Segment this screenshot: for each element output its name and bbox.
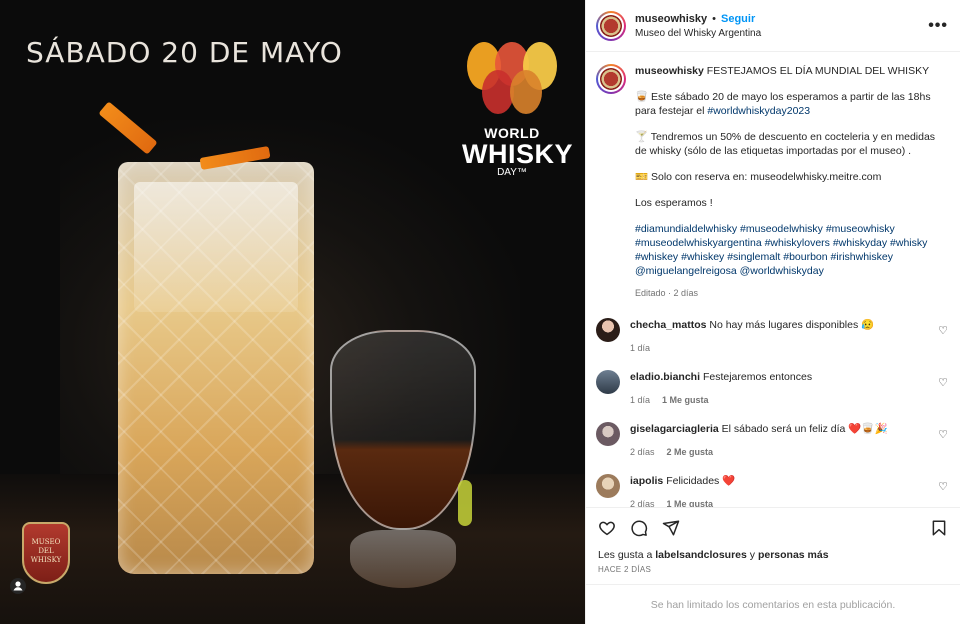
highball-glass xyxy=(118,162,314,574)
caption-paragraph: 🍸 Tendremos un 50% de descuento en cocte… xyxy=(635,131,936,157)
comment-username[interactable]: iapolis xyxy=(630,475,663,487)
tagged-user-icon[interactable] xyxy=(10,578,26,594)
comments-limited-notice: Se han limitado los comentarios en esta … xyxy=(586,584,960,624)
caption-paragraph: 🎫 Solo con reserva en: museodelwhisky.me… xyxy=(635,171,882,183)
caption-title: FESTEJAMOS EL DÍA MUNDIAL DEL WHISKY xyxy=(706,65,930,77)
museo-del-whisky-badge: MUSEO DEL WHISKY xyxy=(22,522,70,584)
image-date-text: SÁBADO 20 DE MAYO xyxy=(26,36,343,69)
comments-list: checha_mattos No hay más lugares disponi… xyxy=(596,318,948,507)
caption-username[interactable]: museowhisky xyxy=(635,65,704,77)
more-horizontal-icon[interactable]: ••• xyxy=(928,17,948,35)
glass-highlight xyxy=(458,480,472,526)
likes-summary: Les gusta a labelsandclosures y personas… xyxy=(586,547,960,561)
comment: iapolis Felicidades ❤️ 2 días 1 Me gusta… xyxy=(596,474,948,507)
likes-others[interactable]: personas más xyxy=(758,549,829,561)
separator-dot: • xyxy=(712,12,716,25)
comment-likes[interactable]: 1 Me gusta xyxy=(662,393,709,407)
comment-text: Festejaremos entonces xyxy=(702,371,813,383)
caption-paragraph: Los esperamos ! xyxy=(635,197,713,209)
avatar[interactable] xyxy=(596,10,626,41)
heart-icon[interactable] xyxy=(598,519,616,537)
post-body: museowhisky FESTEJAMOS EL DÍA MUNDIAL DE… xyxy=(586,52,960,507)
ice-cubes xyxy=(134,182,298,312)
comment-time: 1 día xyxy=(630,343,651,353)
comment: eladio.bianchi Festejaremos entonces 1 d… xyxy=(596,370,948,407)
caption: museowhisky FESTEJAMOS EL DÍA MUNDIAL DE… xyxy=(596,64,948,300)
comment-likes[interactable]: 2 Me gusta xyxy=(667,445,714,459)
comment-username[interactable]: checha_mattos xyxy=(630,319,706,331)
w-logo-icon xyxy=(467,42,557,114)
post-image[interactable]: SÁBADO 20 DE MAYO WORLD WHISKY DAY™ MUSE… xyxy=(0,0,585,624)
comment-text: No hay más lugares disponibles 😥 xyxy=(709,319,875,331)
hashtags[interactable]: #diamundialdelwhisky #museodelwhisky #mu… xyxy=(635,222,948,278)
comment-icon[interactable] xyxy=(630,519,648,537)
heart-icon[interactable]: ♡ xyxy=(938,324,948,337)
comment-username[interactable]: giselagarciagleria xyxy=(630,423,719,435)
comment-time: 2 días xyxy=(630,499,655,507)
logo-line-whisky: WHISKY xyxy=(462,139,573,169)
comment-text: Felicidades ❤️ xyxy=(666,475,736,487)
post-side-panel: museowhisky • Seguir Museo del Whisky Ar… xyxy=(585,0,960,624)
share-icon[interactable] xyxy=(662,519,680,537)
comment-username[interactable]: eladio.bianchi xyxy=(630,371,700,383)
likes-prefix: Les gusta a xyxy=(598,549,656,561)
caption-meta: Editado · 2 días xyxy=(635,288,699,298)
badge-line: WHISKY xyxy=(30,556,62,564)
location-subtitle[interactable]: Museo del Whisky Argentina xyxy=(635,28,928,39)
posted-ago[interactable]: HACE 2 DÍAS xyxy=(586,561,960,584)
badge-line: MUSEO xyxy=(31,538,61,546)
world-whisky-day-logo: WORLD WHISKY DAY™ xyxy=(462,42,573,178)
badge-line: DEL xyxy=(38,547,54,555)
snifter-base xyxy=(350,530,456,588)
comment-likes[interactable]: 1 Me gusta xyxy=(667,497,714,507)
heart-icon[interactable]: ♡ xyxy=(938,376,948,389)
avatar[interactable] xyxy=(596,318,620,342)
hashtag-link[interactable]: #worldwhiskyday2023 xyxy=(707,105,810,117)
likes-middle: y xyxy=(746,549,758,561)
comment-time: 2 días xyxy=(630,447,655,457)
avatar[interactable] xyxy=(596,64,626,94)
post-header: museowhisky • Seguir Museo del Whisky Ar… xyxy=(586,0,960,52)
whisky-snifter-glass xyxy=(330,330,476,540)
bookmark-icon[interactable] xyxy=(930,519,948,537)
likes-user[interactable]: labelsandclosures xyxy=(655,549,747,561)
comment-time: 1 día xyxy=(630,395,651,405)
action-bar xyxy=(586,507,960,547)
snifter-bowl xyxy=(330,330,476,530)
avatar[interactable] xyxy=(596,422,620,446)
avatar[interactable] xyxy=(596,370,620,394)
avatar[interactable] xyxy=(596,474,620,498)
comment: giselagarciagleria El sábado será un fel… xyxy=(596,422,948,459)
comment-text: El sábado será un feliz día ❤️🥃🎉 xyxy=(721,423,888,435)
heart-icon[interactable]: ♡ xyxy=(938,480,948,493)
heart-icon[interactable]: ♡ xyxy=(938,428,948,441)
follow-button[interactable]: Seguir xyxy=(721,13,755,25)
header-username[interactable]: museowhisky xyxy=(635,13,707,25)
comment: checha_mattos No hay más lugares disponi… xyxy=(596,318,948,355)
